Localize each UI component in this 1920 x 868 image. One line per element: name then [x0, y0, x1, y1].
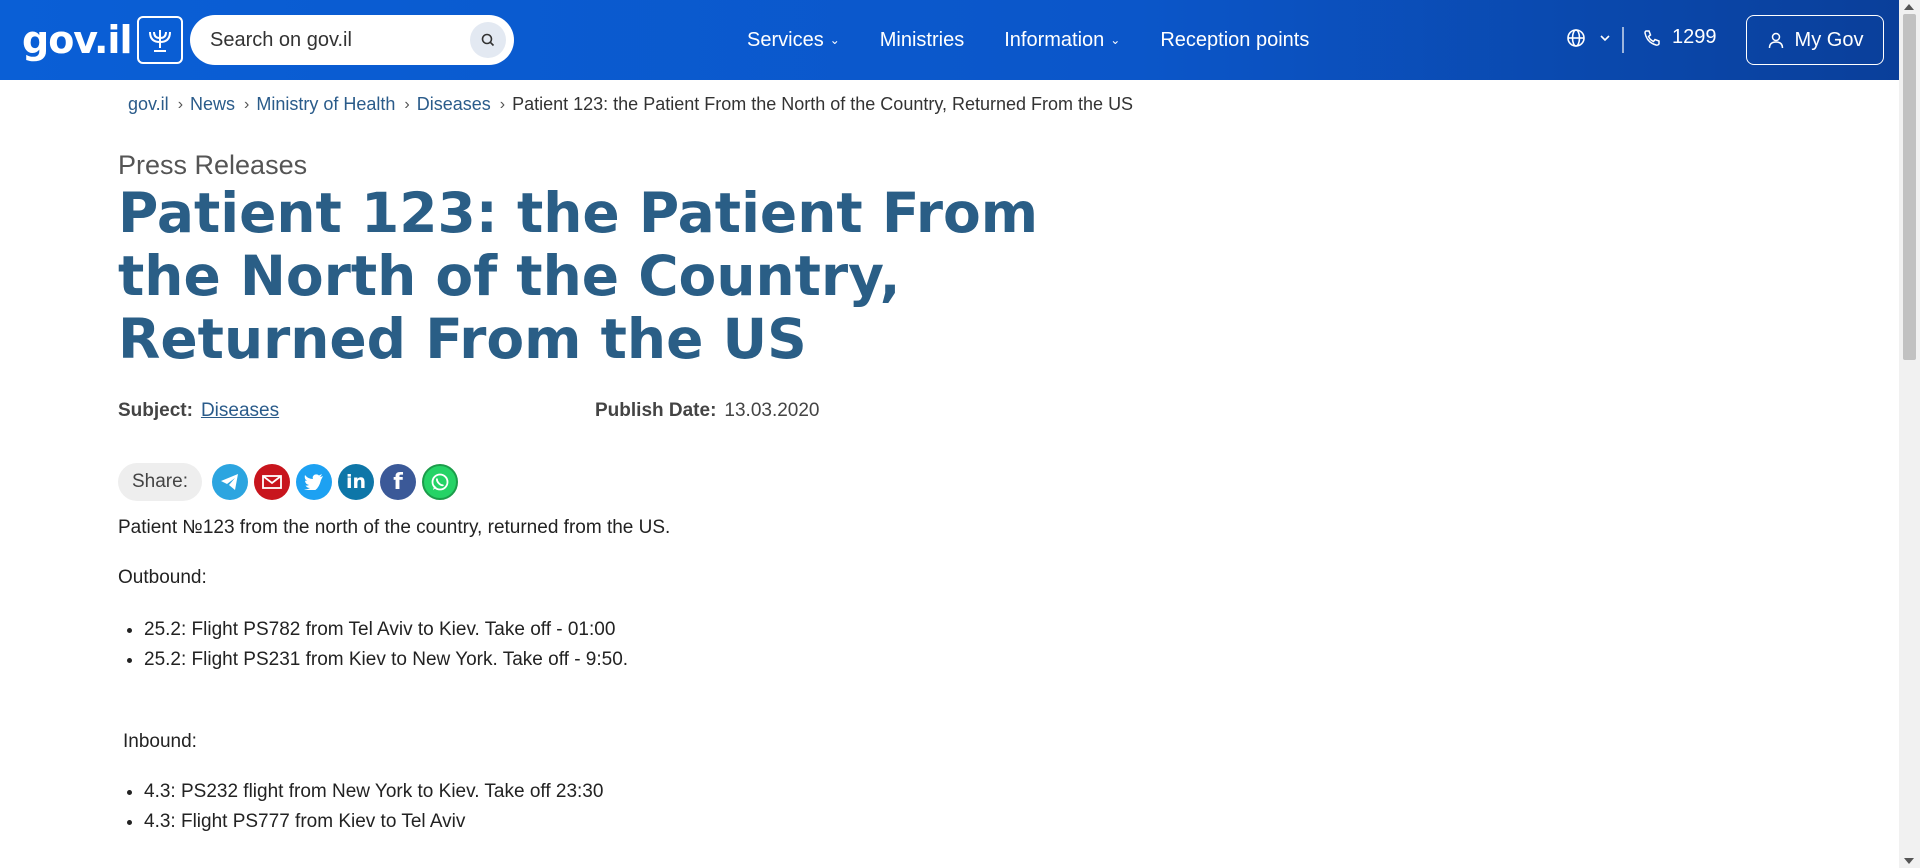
page-title: Patient 123: the Patient From the North … — [118, 181, 1039, 371]
menorah-emblem-icon — [137, 16, 184, 64]
search-button[interactable] — [470, 22, 506, 58]
breadcrumb-news[interactable]: News — [190, 94, 235, 115]
subject-label: Subject: — [118, 400, 193, 421]
breadcrumb-diseases[interactable]: Diseases — [417, 94, 491, 115]
list-item: 4.3: PS232 flight from New York to Kiev.… — [144, 777, 603, 807]
phone-icon — [1644, 29, 1660, 46]
nav-ministries-label: Ministries — [879, 28, 965, 51]
whatsapp-icon[interactable] — [421, 464, 458, 500]
logo-text: gov.il — [22, 18, 132, 62]
email-icon[interactable] — [253, 464, 290, 500]
list-item: 25.2: Flight PS782 from Tel Aviv to Kiev… — [144, 615, 628, 645]
search-box[interactable]: Search on gov.il — [190, 15, 514, 65]
chevron-right-icon: › — [404, 95, 410, 113]
outbound-label: Outbound: — [118, 567, 207, 588]
chevron-down-icon: ⌄ — [1110, 33, 1121, 47]
publish-date-meta: Publish Date: 13.03.2020 — [595, 400, 820, 422]
nav-reception-points[interactable]: Reception points — [1160, 29, 1309, 52]
list-item: 4.3: Flight PS777 from Kiev to Tel Aviv — [144, 807, 603, 837]
subject-link[interactable]: Diseases — [201, 400, 279, 422]
user-icon — [1768, 32, 1783, 49]
breadcrumb: gov.il › News › Ministry of Health › Dis… — [128, 94, 1133, 115]
chevron-down-icon — [1600, 35, 1610, 42]
search-input[interactable]: Search on gov.il — [210, 29, 470, 52]
nav-reception-points-label: Reception points — [1160, 28, 1310, 51]
publish-date-value: 13.03.2020 — [724, 400, 820, 421]
telegram-icon[interactable] — [211, 464, 248, 500]
phone-number: 1299 — [1672, 26, 1717, 48]
list-item: 25.2: Flight PS231 from Kiev to New York… — [144, 645, 628, 675]
scroll-thumb[interactable] — [1903, 14, 1916, 360]
breadcrumb-gov-il[interactable]: gov.il — [128, 94, 169, 115]
nav-services-label: Services — [747, 28, 824, 51]
globe-icon — [1567, 29, 1585, 47]
linkedin-icon[interactable]: in — [337, 464, 374, 500]
site-header: gov.il Search on gov.il Services ⌄ Minis… — [0, 0, 1899, 80]
scroll-down-arrow-icon[interactable] — [1904, 858, 1914, 864]
search-icon — [481, 33, 495, 47]
breadcrumb-ministry-of-health[interactable]: Ministry of Health — [256, 94, 395, 115]
nav-information[interactable]: Information ⌄ — [1004, 29, 1120, 52]
chevron-right-icon: › — [177, 95, 184, 113]
subject-meta: Subject: Diseases — [118, 400, 279, 422]
my-gov-button[interactable]: My Gov — [1746, 15, 1884, 65]
scroll-up-arrow-icon[interactable] — [1904, 4, 1914, 10]
chevron-right-icon: › — [244, 95, 250, 113]
chevron-down-icon: ⌄ — [829, 33, 840, 47]
nav-services[interactable]: Services ⌄ — [747, 29, 840, 52]
my-gov-label: My Gov — [1794, 28, 1864, 51]
twitter-icon[interactable] — [295, 464, 332, 500]
nav-ministries[interactable]: Ministries — [880, 29, 964, 52]
outbound-list: 25.2: Flight PS782 from Tel Aviv to Kiev… — [118, 615, 628, 675]
page-kicker: Press Releases — [118, 150, 308, 180]
facebook-icon[interactable]: f — [379, 464, 416, 500]
chevron-right-icon: › — [499, 95, 506, 113]
gov-il-logo[interactable]: gov.il — [22, 14, 184, 66]
phone-hotline[interactable]: 1299 — [1642, 26, 1717, 49]
breadcrumb-current: Patient 123: the Patient From the North … — [512, 94, 1134, 114]
share-bar: Share: in f — [118, 463, 458, 501]
share-label: Share: — [118, 463, 202, 501]
header-divider — [1622, 27, 1624, 53]
page-scrollbar[interactable] — [1899, 0, 1920, 868]
intro-paragraph: Patient №123 from the north of the count… — [118, 517, 671, 538]
nav-information-label: Information — [1004, 28, 1105, 51]
inbound-label: Inbound: — [123, 731, 197, 752]
language-selector[interactable] — [1566, 28, 1610, 48]
inbound-list: 4.3: PS232 flight from New York to Kiev.… — [118, 777, 603, 837]
publish-date-label: Publish Date: — [595, 400, 717, 421]
main-nav: Services ⌄ Ministries Information ⌄ Rece… — [747, 0, 1349, 80]
